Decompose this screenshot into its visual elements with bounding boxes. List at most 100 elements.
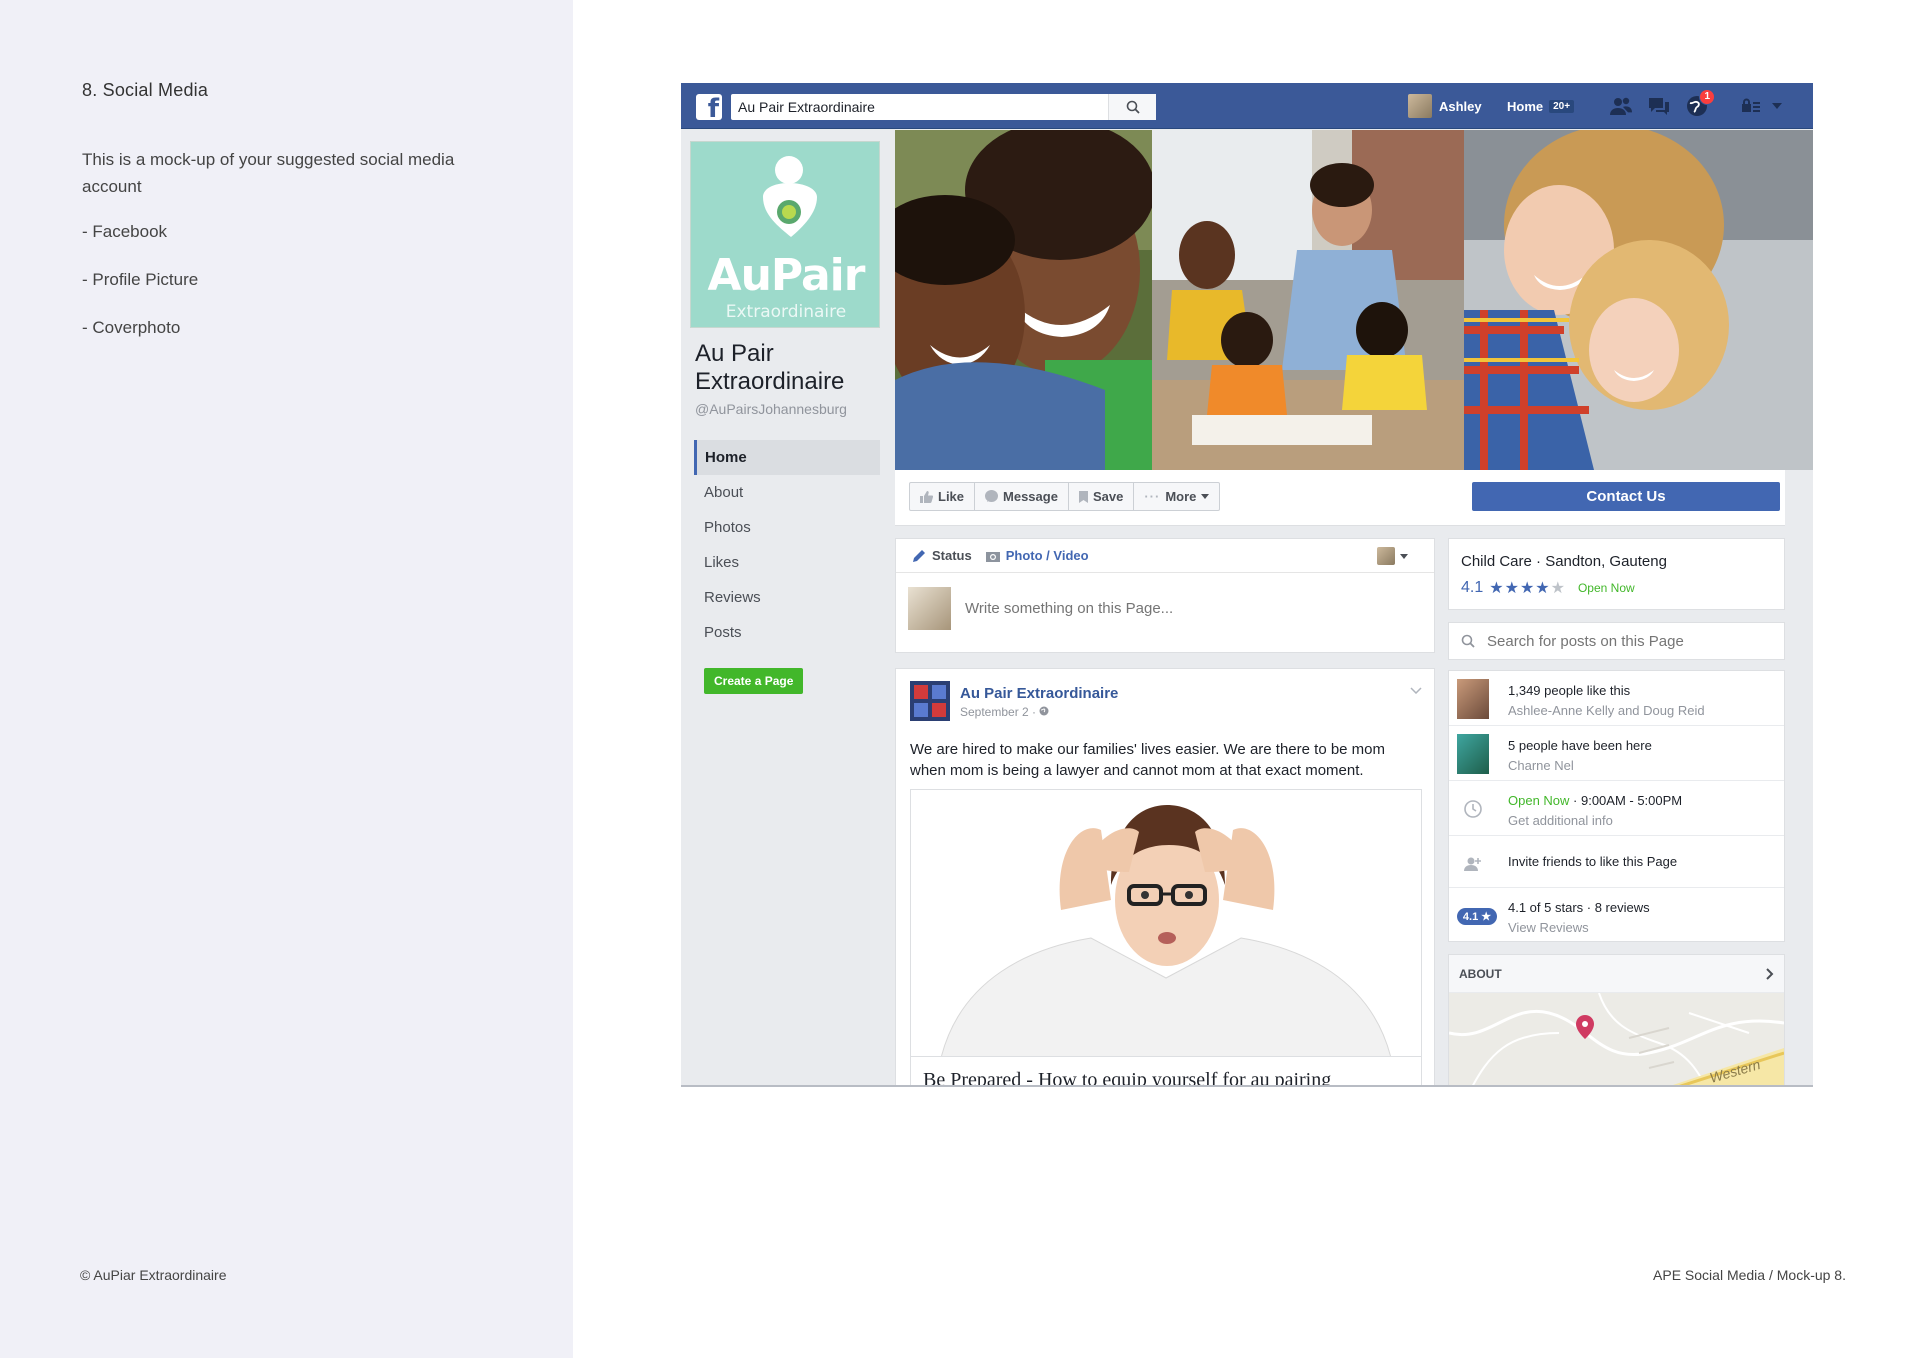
about-card: ABOUT Western	[1448, 954, 1785, 1085]
bookmark-icon	[1078, 490, 1088, 503]
post-text: We are hired to make our families' lives…	[910, 741, 1386, 779]
checkins-row[interactable]: 5 people have been here Charne Nel	[1449, 726, 1784, 781]
reviews-row[interactable]: 4.1 ★ 4.1 of 5 stars · 8 reviews View Re…	[1449, 888, 1784, 943]
save-button[interactable]: Save	[1069, 483, 1135, 510]
page-search-input[interactable]	[1487, 632, 1767, 650]
facebook-page-mockup: f Ashley Home 20+ 1	[681, 83, 1813, 1087]
open-now-label: Open Now	[1577, 581, 1635, 595]
copyright-footer: © AuPiar Extraordinaire	[80, 1267, 227, 1283]
search-icon	[1461, 634, 1475, 648]
invite-row[interactable]: Invite friends to like this Page	[1449, 836, 1784, 888]
chevron-right-icon	[1766, 967, 1774, 980]
more-label: More	[1165, 489, 1197, 504]
nav-item-photos[interactable]: Photos	[694, 510, 880, 545]
brand-subtitle: Extraordinaire	[725, 302, 847, 322]
caret-down-icon	[1201, 494, 1210, 499]
search-icon	[1126, 100, 1140, 114]
likes-row[interactable]: 1,349 people like this Ashlee-Anne Kelly…	[1449, 671, 1784, 726]
hours-open-now: Open Now	[1508, 793, 1570, 808]
tab-status[interactable]: Status	[912, 548, 972, 563]
cover-photo[interactable]	[895, 130, 1813, 470]
checkins-count: 5 people have been here	[1508, 738, 1652, 753]
additional-info-link[interactable]: Get additional info	[1508, 813, 1613, 828]
section-title: 8. Social Media	[82, 80, 209, 100]
privacy-icon[interactable]	[1741, 98, 1761, 114]
hours-range: · 9:00AM - 5:00PM	[1569, 793, 1683, 808]
create-page-button[interactable]: Create a Page	[704, 668, 804, 694]
more-button[interactable]: ··· More	[1134, 483, 1219, 510]
nav-item-likes[interactable]: Likes	[694, 545, 880, 580]
audience-selector[interactable]	[1377, 547, 1408, 565]
rating-stars-icon: ★★★★★	[1489, 580, 1566, 597]
composer-body	[908, 587, 1385, 630]
jewel-icons: 1	[1609, 89, 1715, 118]
cover-photo-mother-daughter	[1464, 130, 1813, 470]
facebook-logo-icon[interactable]: f	[696, 94, 722, 120]
message-label: Message	[1003, 489, 1058, 504]
post-options-chevron-icon[interactable]	[1410, 681, 1422, 699]
like-button[interactable]: Like	[910, 483, 976, 510]
search-input[interactable]	[731, 94, 1111, 120]
profile-picture[interactable]: AuPair Extraordinaire	[690, 141, 880, 328]
thumbs-up-icon	[920, 490, 933, 503]
profile-link[interactable]: Ashley	[1408, 94, 1482, 118]
rating-summary[interactable]: 4.1 ★★★★★ Open Now	[1461, 578, 1772, 598]
page-action-bar: Like Message Save ··· More Contact Us	[895, 470, 1785, 526]
message-button[interactable]: Message	[975, 483, 1069, 510]
page-category[interactable]: Child Care · Sandton, Gauteng	[1461, 553, 1772, 570]
cover-photo-family	[1152, 130, 1464, 470]
avatar	[1408, 94, 1432, 118]
page-handle[interactable]: @AuPairsJohannesburg	[695, 401, 847, 417]
view-reviews-link[interactable]: View Reviews	[1508, 920, 1589, 935]
caret-down-icon[interactable]	[1771, 102, 1783, 110]
nav-item-about[interactable]: About	[694, 475, 880, 510]
messages-icon[interactable]	[1647, 94, 1671, 118]
tab-photo-video[interactable]: Photo / Video	[985, 548, 1089, 563]
page-footer: APE Social Media / Mock-up 8.	[1653, 1267, 1846, 1283]
bullet-coverphoto: - Coverphoto	[82, 318, 181, 337]
post-composer: Status Photo / Video	[895, 538, 1435, 653]
photo-tab-label: Photo / Video	[1005, 548, 1089, 563]
contact-us-button[interactable]: Contact Us	[1472, 482, 1780, 511]
post-link-image[interactable]	[910, 789, 1422, 1057]
clock-icon	[1457, 793, 1489, 825]
post-author[interactable]: Au Pair Extraordinaire	[960, 685, 1118, 702]
nav-item-home[interactable]: Home	[694, 440, 880, 475]
avatar	[908, 587, 951, 630]
nav-item-posts[interactable]: Posts	[694, 615, 880, 650]
cover-photo-hug	[895, 130, 1152, 470]
friends-icon[interactable]	[1609, 94, 1633, 118]
user-name: Ashley	[1439, 98, 1482, 114]
page-category-card: Child Care · Sandton, Gauteng 4.1 ★★★★★ …	[1448, 538, 1785, 610]
facebook-top-bar: f Ashley Home 20+ 1	[681, 83, 1813, 129]
bullet-profile-picture: - Profile Picture	[82, 270, 199, 289]
location-map[interactable]: Western	[1449, 993, 1784, 1085]
home-link[interactable]: Home 20+	[1507, 99, 1575, 114]
avatar[interactable]	[910, 681, 950, 721]
page-title[interactable]: Au Pair Extraordinaire	[695, 340, 885, 396]
post-link-preview[interactable]: Be Prepared - How to equip yourself for …	[910, 1057, 1422, 1085]
about-title: ABOUT	[1459, 966, 1502, 981]
globe-icon[interactable]: 1	[1685, 89, 1715, 118]
search-button[interactable]	[1108, 94, 1156, 120]
globe-icon	[1039, 706, 1049, 716]
composer-input[interactable]	[965, 600, 1385, 617]
likes-friends[interactable]: Ashlee-Anne Kelly and Doug Reid	[1508, 703, 1705, 718]
about-header[interactable]: ABOUT	[1449, 955, 1784, 993]
account-menu[interactable]	[1741, 98, 1783, 114]
checkins-friend[interactable]: Charne Nel	[1508, 758, 1574, 773]
checkins-thumbnail	[1457, 734, 1489, 774]
feed-post: Au Pair Extraordinaire September 2 · We …	[895, 668, 1435, 1085]
save-label: Save	[1092, 489, 1124, 504]
action-button-group: Like Message Save ··· More	[909, 482, 1221, 511]
post-date-text: September 2 ·	[960, 705, 1040, 719]
presentation-side-panel: 8. Social Media This is a mock-up of you…	[0, 0, 573, 1358]
composer-tabs: Status Photo / Video	[896, 539, 1434, 573]
notification-count-badge: 1	[1699, 89, 1715, 105]
rating-pill: 4.1 ★	[1456, 907, 1498, 925]
ellipsis-icon: ···	[1144, 489, 1161, 504]
search-box	[731, 94, 1156, 120]
post-date[interactable]: September 2 ·	[960, 705, 1049, 719]
nav-item-reviews[interactable]: Reviews	[694, 580, 880, 615]
hours-row[interactable]: Open Now · 9:00AM - 5:00PM Get additiona…	[1449, 781, 1784, 836]
